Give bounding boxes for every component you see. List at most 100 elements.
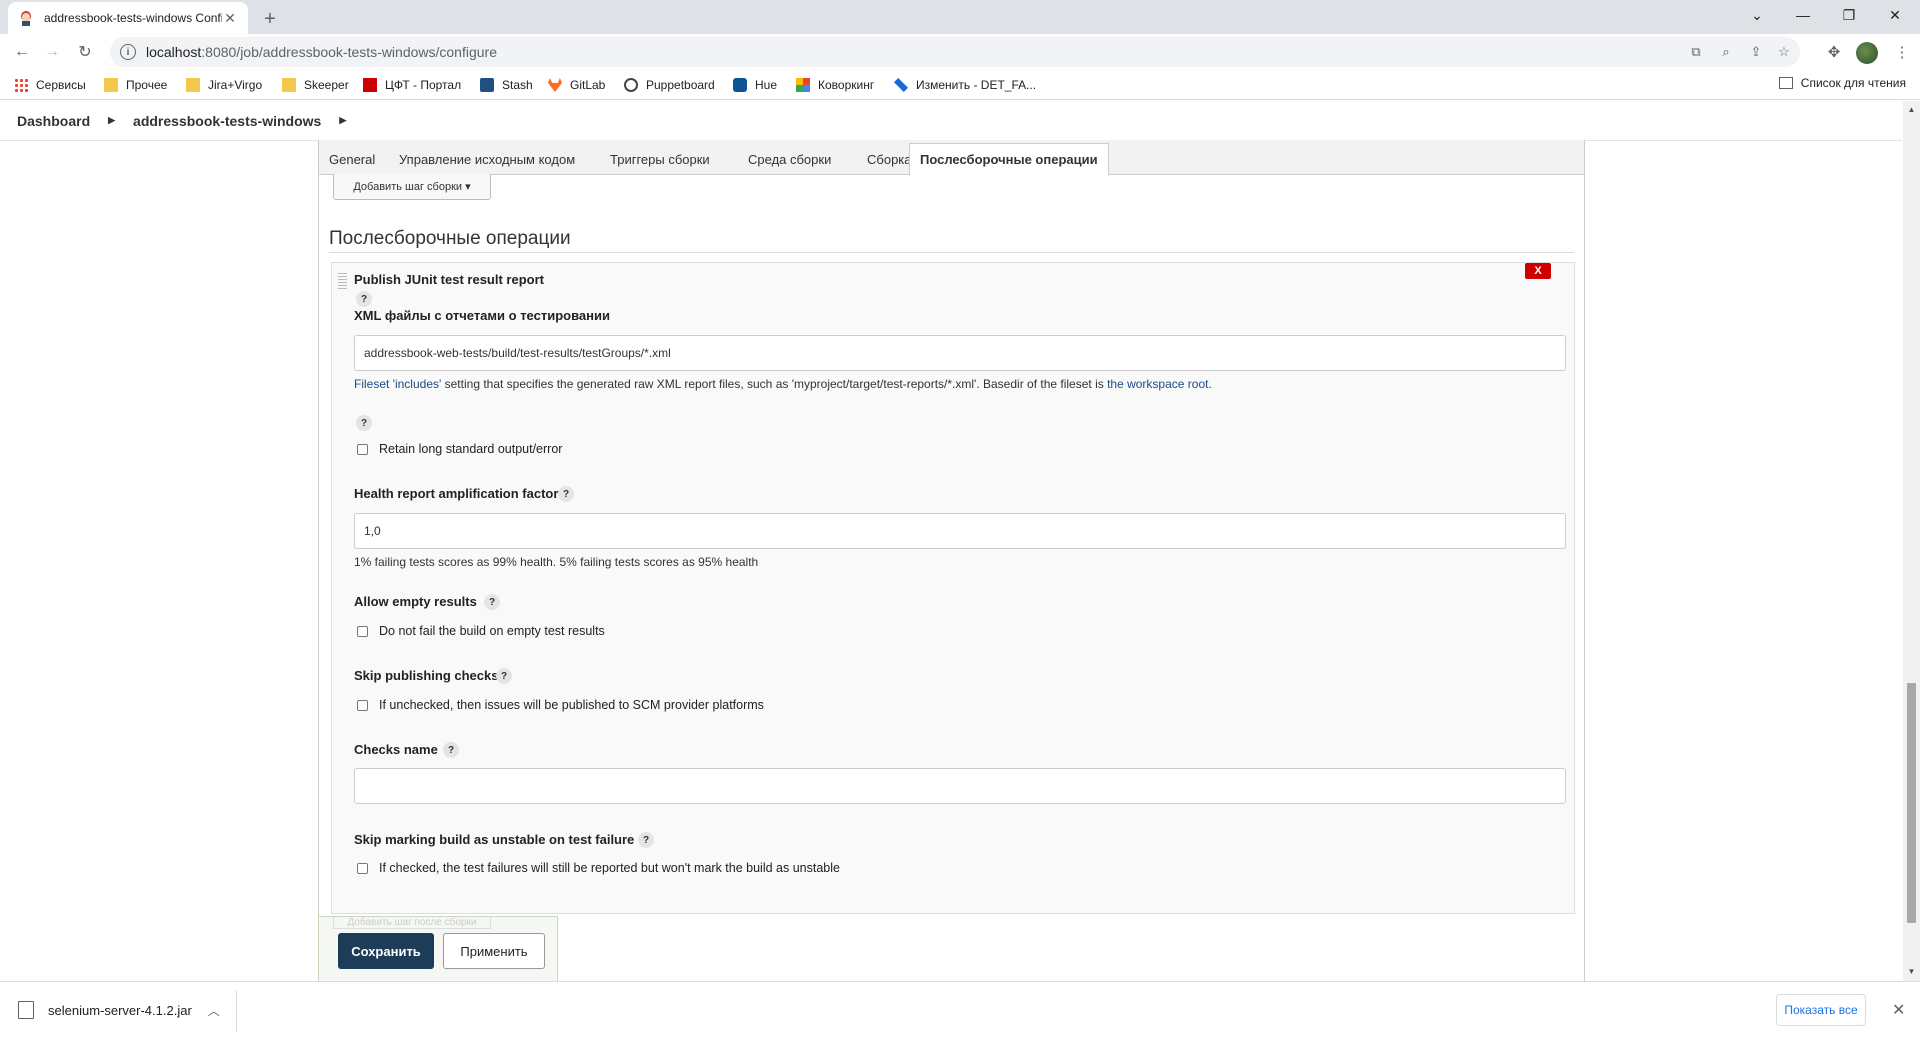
bookmark-folder-jira[interactable]: Jira+Virgo: [186, 76, 262, 94]
skip-unstable-label: Skip marking build as unstable on test f…: [354, 832, 635, 847]
publisher-title: Publish JUnit test result report: [354, 272, 544, 287]
tab-build-env[interactable]: Среда сборки: [738, 143, 841, 175]
extensions-icon[interactable]: ✥: [1824, 42, 1844, 62]
translate-icon[interactable]: ⧉: [1688, 44, 1704, 60]
scroll-up-icon[interactable]: ▲: [1907, 105, 1916, 115]
xml-files-input[interactable]: addressbook-web-tests/build/test-results…: [354, 335, 1566, 371]
bookmark-puppetboard[interactable]: Puppetboard: [624, 76, 715, 94]
confluence-icon: [894, 78, 908, 92]
save-button[interactable]: Сохранить: [338, 933, 434, 969]
download-shelf: selenium-server-4.1.2.jar ︿ Показать все…: [0, 981, 1920, 1040]
tab-triggers[interactable]: Триггеры сборки: [600, 143, 720, 175]
bookmark-stash[interactable]: Stash: [480, 76, 533, 94]
close-tab-icon[interactable]: ✕: [222, 10, 238, 26]
breadcrumb: Dashboard ▶ addressbook-tests-windows ▶: [0, 101, 1902, 141]
share-icon[interactable]: ⇪: [1748, 44, 1764, 60]
apps-grid-icon: [14, 78, 28, 92]
allow-empty-checkbox-row[interactable]: Do not fail the build on empty test resu…: [357, 624, 605, 638]
help-icon[interactable]: ?: [356, 415, 372, 431]
reload-icon[interactable]: ↻: [73, 40, 97, 64]
site-info-icon[interactable]: i: [120, 44, 136, 60]
address-bar[interactable]: i localhost:8080/job/addressbook-tests-w…: [110, 37, 1800, 67]
config-form: General Управление исходным кодом Тригге…: [318, 140, 1585, 981]
restore-icon[interactable]: ❐: [1826, 0, 1872, 30]
bookmark-coworking[interactable]: Коворкинг: [796, 76, 874, 94]
help-icon[interactable]: ?: [443, 742, 459, 758]
zoom-icon[interactable]: ⌕: [1718, 44, 1734, 60]
tab-post-build[interactable]: Послесборочные операции: [909, 143, 1109, 176]
help-icon[interactable]: ?: [558, 486, 574, 502]
menu-kebab-icon[interactable]: ⋮: [1892, 42, 1912, 62]
download-item[interactable]: selenium-server-4.1.2.jar ︿: [18, 996, 220, 1024]
tab-general[interactable]: General: [319, 143, 385, 175]
retain-output-checkbox-row[interactable]: Retain long standard output/error: [357, 442, 562, 456]
download-separator: [236, 990, 237, 1032]
back-icon[interactable]: ←: [10, 40, 34, 64]
section-title: Послесборочные операции: [329, 228, 571, 249]
section-divider: [329, 252, 1574, 253]
skip-publishing-checkbox[interactable]: [357, 699, 368, 711]
help-icon[interactable]: ?: [496, 668, 512, 684]
chevron-up-icon[interactable]: ︿: [208, 1002, 220, 1019]
help-icon[interactable]: ?: [638, 832, 654, 848]
folder-icon: [282, 78, 296, 92]
browser-tab[interactable]: addressbook-tests-windows Config ✕: [8, 2, 248, 34]
show-all-downloads-button[interactable]: Показать все: [1776, 994, 1866, 1026]
url-text: localhost:8080/job/addressbook-tests-win…: [146, 44, 497, 60]
profile-avatar[interactable]: [1856, 42, 1878, 64]
new-tab-icon[interactable]: +: [258, 7, 282, 31]
bookmark-hue[interactable]: Hue: [733, 76, 777, 94]
scrollbar-thumb[interactable]: [1907, 683, 1916, 923]
chevron-right-icon[interactable]: ▶: [339, 115, 346, 126]
drag-handle-icon[interactable]: [338, 273, 347, 289]
skip-unstable-checkbox-row[interactable]: If checked, the test failures will still…: [357, 861, 840, 875]
checks-name-input[interactable]: [354, 768, 1566, 804]
skip-publishing-checkbox-row[interactable]: If unchecked, then issues will be publis…: [357, 698, 764, 712]
jenkins-favicon-icon: [18, 10, 34, 26]
tab-scm[interactable]: Управление исходным кодом: [389, 143, 585, 175]
tab-search-icon[interactable]: ⌄: [1734, 0, 1780, 30]
health-factor-description: 1% failing tests scores as 99% health. 5…: [354, 555, 759, 569]
close-download-shelf-icon[interactable]: ✕: [1892, 1000, 1905, 1020]
chevron-right-icon[interactable]: ▶: [108, 115, 115, 126]
breadcrumb-dashboard[interactable]: Dashboard: [17, 113, 90, 129]
page-scrollbar[interactable]: ▲ ▼: [1903, 101, 1920, 981]
scroll-down-icon[interactable]: ▼: [1907, 967, 1916, 977]
bookmark-star-icon[interactable]: ☆: [1776, 44, 1792, 60]
fileset-includes-link[interactable]: Fileset 'includes': [354, 377, 441, 391]
bookmark-folder-skeeper[interactable]: Skeeper: [282, 76, 349, 94]
retain-output-checkbox[interactable]: [357, 443, 368, 455]
apply-button[interactable]: Применить: [443, 933, 545, 969]
allow-empty-label: Allow empty results: [354, 594, 477, 609]
minimize-icon[interactable]: —: [1780, 0, 1826, 30]
skip-unstable-checkbox[interactable]: [357, 862, 368, 874]
delete-publisher-button[interactable]: X: [1525, 263, 1551, 279]
reading-list-button[interactable]: Список для чтения: [1778, 76, 1906, 90]
download-filename: selenium-server-4.1.2.jar: [48, 1002, 192, 1018]
bookmark-cft-portal[interactable]: ЦФТ - Портал: [363, 76, 461, 94]
forward-icon[interactable]: →: [40, 40, 64, 64]
xml-files-label: XML файлы с отчетами о тестировании: [354, 308, 610, 323]
bookmark-folder-other[interactable]: Прочее: [104, 76, 167, 94]
help-icon[interactable]: ?: [484, 594, 500, 610]
jenkins-page: Dashboard ▶ addressbook-tests-windows ▶ …: [0, 101, 1920, 981]
stash-icon: [480, 78, 494, 92]
add-post-build-step-button[interactable]: Добавить шаг после сборки: [333, 917, 491, 929]
add-build-step-button[interactable]: Добавить шаг сборки ▾: [333, 174, 491, 200]
browser-tabstrip: addressbook-tests-windows Config ✕ + ⌄ —…: [0, 0, 1920, 34]
config-tabs: General Управление исходным кодом Тригге…: [319, 140, 1584, 176]
health-factor-input[interactable]: 1,0: [354, 513, 1566, 549]
bookmark-services[interactable]: Сервисы: [14, 76, 86, 94]
workspace-root-link[interactable]: the workspace root: [1107, 377, 1208, 391]
hue-icon: [733, 78, 747, 92]
help-icon[interactable]: ?: [356, 291, 372, 307]
bookmark-confluence[interactable]: Изменить - DET_FA...: [894, 76, 1036, 94]
folder-icon: [104, 78, 118, 92]
junit-publisher-panel: Publish JUnit test result report X ? XML…: [331, 262, 1575, 914]
health-factor-label: Health report amplification factor: [354, 486, 559, 501]
browser-toolbar: ← → ↻ i localhost:8080/job/addressbook-t…: [0, 34, 1920, 70]
close-window-icon[interactable]: ✕: [1872, 0, 1918, 30]
breadcrumb-job[interactable]: addressbook-tests-windows: [133, 113, 321, 129]
bookmark-gitlab[interactable]: GitLab: [548, 76, 605, 94]
allow-empty-checkbox[interactable]: [357, 625, 368, 637]
